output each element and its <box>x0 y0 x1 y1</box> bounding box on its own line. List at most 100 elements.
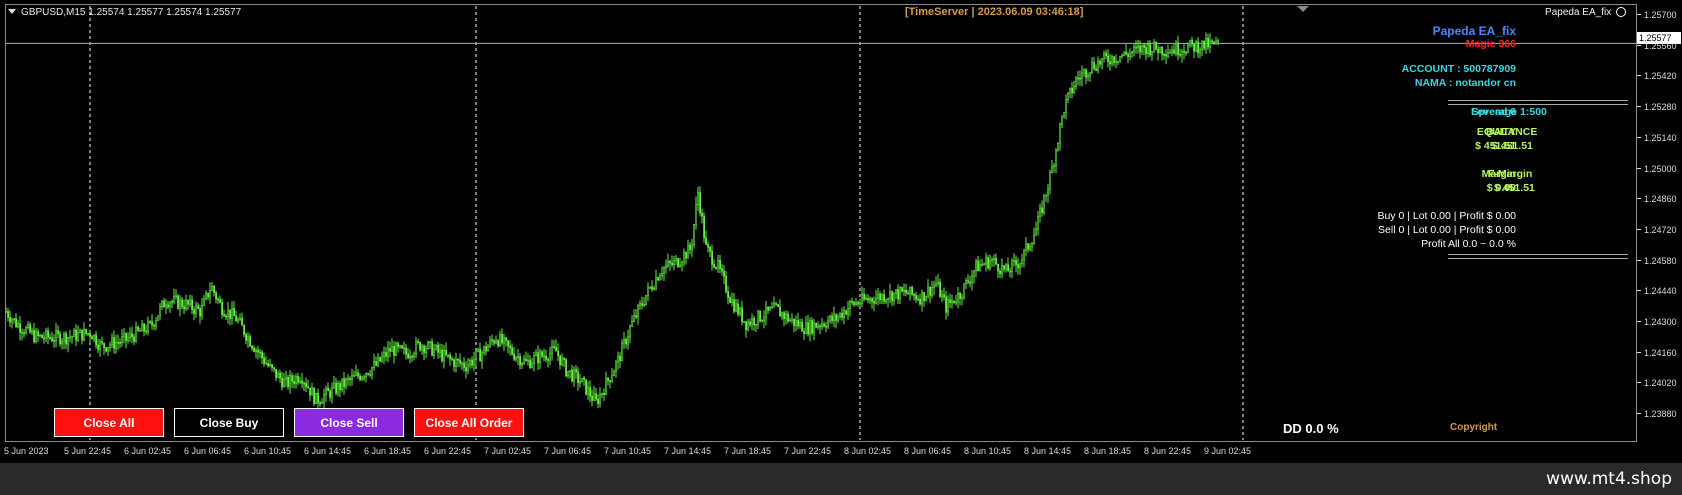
price-chart[interactable] <box>0 0 1637 444</box>
price-tick-label: 1.25420 <box>1644 71 1677 82</box>
candle-body <box>23 332 26 334</box>
candle-body <box>11 319 14 323</box>
spread-label: Spread 6 <box>1471 106 1516 118</box>
candle-body <box>685 252 688 259</box>
candle-body <box>1143 44 1146 48</box>
price-tick-label: 1.24300 <box>1644 317 1677 327</box>
candle-body <box>881 294 884 300</box>
candle-body <box>291 375 294 382</box>
candle-body <box>1007 264 1010 272</box>
candle-body <box>461 362 464 365</box>
candle-body <box>515 356 518 360</box>
price-tick-mark <box>1637 75 1641 77</box>
candle-body <box>253 347 256 352</box>
candle-body <box>357 372 360 377</box>
candle-body <box>891 291 894 302</box>
candle-body <box>101 341 104 344</box>
price-tick-mark <box>1637 198 1641 200</box>
candle-body <box>825 325 828 328</box>
candle-body <box>843 310 846 319</box>
candle-body <box>1021 259 1024 265</box>
candle-body <box>39 334 42 337</box>
candle-body <box>87 332 90 335</box>
candle-body <box>645 295 648 305</box>
candle-body <box>437 344 440 353</box>
candle-body <box>265 363 268 365</box>
price-scale[interactable]: 1.25700 1.25560 1.25420 1.25280 1.25140 1.250… <box>1637 4 1682 444</box>
equity-label: EQUITY <box>1476 126 1516 138</box>
candle-body <box>373 361 376 368</box>
candle-body <box>1049 172 1052 190</box>
candle-body <box>1097 60 1100 71</box>
time-tick-label: 6 Jun 06:45 <box>184 446 232 456</box>
candle-body <box>267 363 270 367</box>
candle-body <box>507 340 510 347</box>
symbol-label[interactable]: GBPUSD,M15 1.25574 1.25577 1.25574 1.255… <box>8 7 241 18</box>
candle-body <box>779 306 782 317</box>
candle-body <box>929 286 932 296</box>
candle-body <box>97 344 100 350</box>
candle-body <box>375 361 378 366</box>
candle-body <box>489 339 492 347</box>
price-tick-label: 1.25280 <box>1644 102 1677 113</box>
candle-body <box>1047 188 1050 196</box>
time-axis[interactable]: 5 Jun 2023 5 Jun 22:45 6 Jun 02:45 6 Jun 06… <box>0 444 1640 462</box>
candle-body <box>911 286 914 295</box>
candle-body <box>173 295 176 302</box>
candle-body <box>957 292 960 303</box>
candle-body <box>659 275 662 281</box>
dropdown-triangle-icon[interactable] <box>8 9 16 14</box>
current-price-label: 1.25577 <box>1637 32 1681 44</box>
candle-body <box>1173 49 1176 54</box>
candle-body <box>165 304 168 308</box>
candle-body <box>1005 264 1008 270</box>
candle-body <box>33 330 36 342</box>
candle-body <box>1001 265 1004 274</box>
candle-body <box>813 322 816 334</box>
candle-body <box>1099 60 1102 65</box>
close-all-button[interactable]: Close All <box>54 408 164 437</box>
candle-body <box>1107 55 1110 62</box>
candle-body <box>545 355 548 360</box>
candle-body <box>559 355 562 365</box>
shift-marker-icon[interactable] <box>1297 6 1309 12</box>
candle-body <box>1109 61 1112 65</box>
candle-body <box>293 381 296 384</box>
candle-body <box>887 298 890 301</box>
candle-body <box>799 321 802 327</box>
time-tick-label: 8 Jun 06:45 <box>904 446 952 456</box>
candle-body <box>823 323 826 327</box>
candle-body <box>471 360 474 366</box>
candle-body <box>959 292 962 299</box>
candle-body <box>179 299 182 309</box>
close-sell-button[interactable]: Close Sell <box>294 408 404 437</box>
candle-body <box>65 333 68 345</box>
close-buy-button[interactable]: Close Buy <box>174 408 284 437</box>
candle-body <box>777 304 780 308</box>
smiley-icon <box>1616 7 1626 17</box>
candle-body <box>1211 40 1214 43</box>
candle-body <box>91 336 94 340</box>
candle-body <box>909 286 912 295</box>
candle-body <box>757 310 760 325</box>
candle-body <box>537 352 540 364</box>
candle-body <box>861 293 864 304</box>
candle-body <box>695 204 698 225</box>
candle-body <box>593 393 596 401</box>
candle-body <box>1149 43 1152 56</box>
candle-body <box>1035 228 1038 236</box>
candle-body <box>349 378 352 381</box>
candle-body <box>673 260 676 266</box>
price-tick-mark <box>1637 167 1641 169</box>
candle-body <box>225 315 228 318</box>
close-all-order-button[interactable]: Close All Order <box>414 408 524 437</box>
symbol-text: GBPUSD,M15 1.25574 1.25577 1.25574 1.255… <box>21 7 242 18</box>
candle-body <box>583 377 586 380</box>
candle-body <box>543 355 546 358</box>
candle-body <box>1071 87 1074 93</box>
candle-body <box>1215 40 1218 44</box>
candle-body <box>647 286 650 296</box>
candle-body <box>699 192 702 214</box>
candle-body <box>43 337 46 340</box>
candle-body <box>1059 124 1062 144</box>
